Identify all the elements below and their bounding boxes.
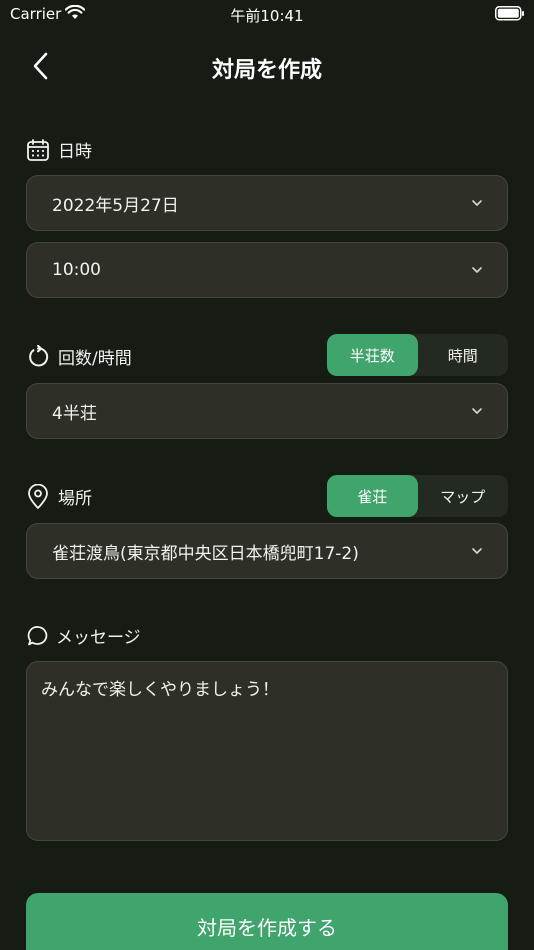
place-label-text: 場所	[58, 489, 92, 509]
battery-icon	[495, 6, 525, 25]
rounds-select[interactable]: 4半荘	[26, 383, 508, 439]
page-title: 対局を作成	[211, 58, 322, 83]
create-game-button[interactable]: 対局を作成する	[26, 893, 508, 950]
date-time-label-text: 日時	[58, 142, 92, 162]
place-segmented-control: 雀荘 マップ	[327, 475, 508, 517]
chevron-down-icon	[472, 200, 482, 206]
time-select[interactable]: 10:00	[26, 242, 508, 298]
place-value: 雀荘渡鳥(東京都中央区日本橋兜町17-2)	[52, 543, 359, 564]
rounds-label: 回数/時間	[26, 344, 132, 369]
chevron-down-icon	[472, 548, 482, 554]
location-pin-icon	[26, 483, 50, 509]
rounds-value: 4半荘	[52, 403, 97, 424]
message-label-text: メッセージ	[56, 628, 141, 648]
segment-hanchan-count[interactable]: 半荘数	[327, 334, 418, 376]
segment-time[interactable]: 時間	[418, 334, 509, 376]
place-label: 場所	[26, 483, 92, 509]
message-label: メッセージ	[26, 623, 141, 648]
segment-parlor[interactable]: 雀荘	[327, 475, 418, 517]
rounds-segmented-control: 半荘数 時間	[327, 334, 508, 376]
chevron-down-icon	[472, 267, 482, 273]
date-time-label: 日時	[26, 137, 92, 162]
status-time: 午前10:41	[230, 7, 304, 25]
create-game-screen: Carrier 午前10:41 対局を作成 日時 2022年5月27日 10:0…	[0, 0, 534, 950]
time-value: 10:00	[52, 260, 101, 280]
chevron-down-icon	[472, 408, 482, 414]
rounds-label-text: 回数/時間	[58, 349, 132, 369]
segment-map[interactable]: マップ	[418, 475, 509, 517]
date-value: 2022年5月27日	[52, 195, 179, 216]
place-select[interactable]: 雀荘渡鳥(東京都中央区日本橋兜町17-2)	[26, 523, 508, 579]
message-textarea[interactable]: みんなで楽しくやりましょう！	[26, 661, 508, 841]
date-select[interactable]: 2022年5月27日	[26, 175, 508, 231]
status-bar: Carrier 午前10:41	[0, 0, 534, 30]
calendar-icon	[26, 138, 50, 162]
refresh-icon	[26, 344, 50, 369]
chat-bubble-icon	[26, 624, 50, 648]
